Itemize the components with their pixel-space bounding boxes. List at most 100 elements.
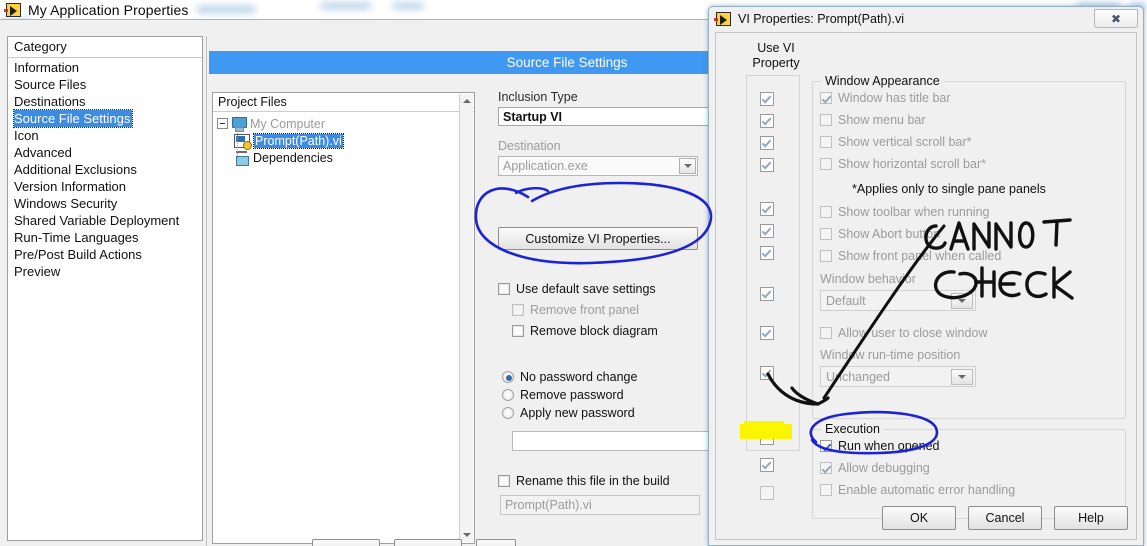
allow-user-to-close-window-checkbox[interactable] <box>820 327 832 339</box>
use-vi-checkbox-enable-automatic-error-handling[interactable] <box>760 486 774 500</box>
remove-password-row[interactable]: Remove password <box>498 386 710 404</box>
category-item-run-time-languages[interactable]: Run-Time Languages <box>8 229 202 246</box>
show-abort-button-checkbox[interactable] <box>820 228 832 240</box>
show-horizontal-scroll-bar-checkbox[interactable] <box>820 158 832 170</box>
project-files-scrollbar[interactable] <box>459 94 473 542</box>
enable-automatic-error-handling-checkbox[interactable] <box>820 484 832 496</box>
show-toolbar-when-running-checkbox[interactable] <box>820 206 832 218</box>
row-allow-debugging[interactable]: Allow debugging <box>820 461 930 475</box>
use-vi-checkbox-window-run-time-position[interactable] <box>760 366 774 380</box>
show-horizontal-scroll-bar-label: Show horizontal scroll bar* <box>838 157 986 171</box>
no-password-change-radio[interactable] <box>502 371 514 383</box>
category-item-source-files[interactable]: Source Files <box>8 76 202 93</box>
main-window-bottom-buttons[interactable] <box>312 539 516 546</box>
category-list[interactable]: Information Source Files Destinations So… <box>8 58 202 280</box>
cancel-button-main[interactable] <box>476 539 516 546</box>
rename-file-checkbox[interactable] <box>498 474 510 487</box>
show-menu-bar-checkbox[interactable] <box>820 114 832 126</box>
vi-properties-titlebar[interactable]: VI Properties: Prompt(Path).vi ✖ <box>709 7 1143 30</box>
show-front-panel-when-called-label: Show front panel when called <box>838 249 1002 263</box>
remove-front-panel-checkbox <box>512 303 524 316</box>
remove-password-radio[interactable] <box>502 389 514 401</box>
row-show-abort-button[interactable]: Show Abort button <box>820 227 940 241</box>
rename-value-input[interactable]: Prompt(Path).vi <box>500 495 700 515</box>
use-vi-checkbox-window-behavior[interactable] <box>760 287 774 301</box>
category-item-pre-post-build-actions[interactable]: Pre/Post Build Actions <box>8 246 202 263</box>
rename-file-row[interactable]: Rename this file in the build <box>498 472 710 489</box>
use-vi-checkbox-show-front-panel-when-called[interactable] <box>760 246 774 260</box>
ok-button[interactable]: OK <box>882 506 956 530</box>
category-item-windows-security[interactable]: Windows Security <box>8 195 202 212</box>
row-show-vertical-scroll-bar[interactable]: Show vertical scroll bar* <box>820 135 971 149</box>
apply-new-password-row[interactable]: Apply new password <box>498 404 710 422</box>
category-item-icon[interactable]: Icon <box>8 127 202 144</box>
use-vi-checkbox-show-menu-bar[interactable] <box>760 114 774 128</box>
use-vi-checkbox-show-horizontal-scroll-bar[interactable] <box>760 158 774 172</box>
row-window-has-title-bar[interactable]: Window has title bar <box>820 91 951 105</box>
window-runtime-position-combo[interactable]: Unchanged <box>820 366 976 387</box>
category-item-version-information[interactable]: Version Information <box>8 178 202 195</box>
inclusion-type-label: Inclusion Type <box>498 90 578 104</box>
run-when-opened-checkbox[interactable] <box>820 440 832 452</box>
row-allow-user-to-close-window[interactable]: Allow user to close window <box>820 326 987 340</box>
row-show-horizontal-scroll-bar[interactable]: Show horizontal scroll bar* <box>820 157 986 171</box>
tree-row-prompt-path-vi[interactable]: Prompt(Path).vi <box>217 132 474 150</box>
chevron-down-icon[interactable] <box>951 293 973 309</box>
use-vi-checkbox-show-vertical-scroll-bar[interactable] <box>760 136 774 150</box>
row-enable-automatic-error-handling[interactable]: Enable automatic error handling <box>820 483 1015 497</box>
remove-front-panel-row: Remove front panel <box>498 301 710 318</box>
expander-collapse-icon[interactable] <box>217 118 228 129</box>
show-vertical-scroll-bar-checkbox[interactable] <box>820 136 832 148</box>
chevron-down-icon[interactable] <box>951 369 973 385</box>
show-menu-bar-label: Show menu bar <box>838 113 926 127</box>
category-item-additional-exclusions[interactable]: Additional Exclusions <box>8 161 202 178</box>
use-vi-checkbox-window-has-title-bar[interactable] <box>760 92 774 106</box>
tree-row-dependencies[interactable]: Dependencies <box>217 149 474 166</box>
row-show-toolbar-when-running[interactable]: Show toolbar when running <box>820 205 990 219</box>
save-button[interactable] <box>394 539 462 546</box>
scroll-up-arrow-icon[interactable] <box>460 94 474 108</box>
window-behavior-value: Default <box>826 293 866 308</box>
row-run-when-opened[interactable]: Run when opened <box>820 439 939 453</box>
customize-vi-properties-button[interactable]: Customize VI Properties... <box>498 227 698 250</box>
cancel-button[interactable]: Cancel <box>968 506 1042 530</box>
category-item-information[interactable]: Information <box>8 59 202 76</box>
allow-debugging-checkbox[interactable] <box>820 462 832 474</box>
show-vertical-scroll-bar-label: Show vertical scroll bar* <box>838 135 972 149</box>
close-icon[interactable]: ✖ <box>1094 9 1138 28</box>
use-default-save-settings-row[interactable]: Use default save settings <box>498 280 710 297</box>
tree-label-my-computer: My Computer <box>250 116 326 131</box>
source-file-settings-form: Inclusion Type Startup VI Destination Ap… <box>498 90 710 515</box>
row-show-menu-bar[interactable]: Show menu bar <box>820 113 926 127</box>
remove-block-diagram-row[interactable]: Remove block diagram <box>498 322 710 339</box>
tree-row-my-computer[interactable]: My Computer <box>217 115 474 132</box>
project-files-tree[interactable]: My Computer Prompt(Path).vi Dependencies <box>213 112 474 166</box>
use-vi-checkbox-allow-debugging[interactable] <box>760 458 774 472</box>
use-default-save-settings-checkbox[interactable] <box>498 282 510 295</box>
apply-new-password-radio[interactable] <box>502 407 514 419</box>
inclusion-type-value[interactable]: Startup VI <box>498 107 710 126</box>
use-vi-checkbox-show-toolbar-when-running[interactable] <box>760 202 774 216</box>
show-front-panel-when-called-checkbox[interactable] <box>820 250 832 262</box>
remove-block-diagram-checkbox[interactable] <box>512 324 524 337</box>
category-item-source-file-settings-row[interactable]: Source File Settings <box>8 109 202 128</box>
category-item-destinations[interactable]: Destinations <box>8 93 202 110</box>
category-item-advanced[interactable]: Advanced <box>8 144 202 161</box>
remove-password-label: Remove password <box>520 388 624 402</box>
row-show-front-panel-when-called[interactable]: Show front panel when called <box>820 249 1001 263</box>
destination-combo[interactable]: Application.exe <box>498 156 698 176</box>
window-behavior-combo[interactable]: Default <box>820 290 976 311</box>
password-input[interactable] <box>512 431 710 451</box>
build-button[interactable] <box>312 539 380 546</box>
category-item-preview[interactable]: Preview <box>8 263 202 280</box>
single-pane-footnote: *Applies only to single pane panels <box>852 182 1046 196</box>
help-button[interactable]: Help <box>1054 506 1128 530</box>
window-has-title-bar-checkbox[interactable] <box>820 92 832 104</box>
category-item-source-file-settings[interactable]: Source File Settings <box>12 109 134 128</box>
dialog-button-row[interactable]: OK Cancel Help <box>882 506 1128 530</box>
no-password-change-row[interactable]: No password change <box>498 368 710 386</box>
chevron-down-icon[interactable] <box>679 158 696 174</box>
use-vi-checkbox-show-abort-button[interactable] <box>760 224 774 238</box>
use-vi-checkbox-allow-user-to-close-window[interactable] <box>760 326 774 340</box>
category-item-shared-variable-deployment[interactable]: Shared Variable Deployment <box>8 212 202 229</box>
